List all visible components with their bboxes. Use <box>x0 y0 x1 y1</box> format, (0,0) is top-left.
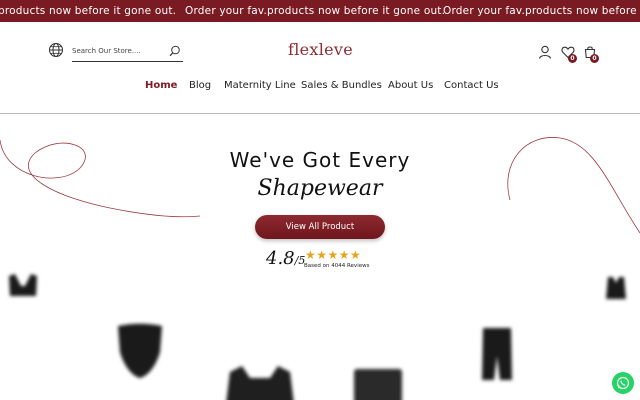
nav-about-us[interactable]: About Us <box>388 80 433 91</box>
nav-blog[interactable]: Blog <box>189 80 211 91</box>
whatsapp-chat-button[interactable] <box>612 372 634 394</box>
product-image-shorts[interactable] <box>478 326 516 384</box>
rating-stars: ★★★★★ <box>305 248 362 262</box>
site-header: flexleve 0 0 Home Blog Maternity Line Sa… <box>0 22 640 114</box>
reviews-count: Based on 4044 Reviews <box>304 263 370 269</box>
nav-home[interactable]: Home <box>145 80 177 91</box>
nav-sales-bundles[interactable]: Sales & Bundles <box>301 80 382 91</box>
main-navigation: Home Blog Maternity Line Sales & Bundles… <box>0 80 640 96</box>
view-all-product-button[interactable]: View All Product <box>255 215 385 239</box>
product-image-bra[interactable] <box>6 272 40 302</box>
site-logo[interactable]: flexleve <box>288 40 353 59</box>
product-image-vest[interactable] <box>222 364 298 400</box>
nav-maternity-line[interactable]: Maternity Line <box>224 80 296 91</box>
user-icon[interactable] <box>538 45 552 59</box>
search-bar <box>72 43 183 62</box>
search-input[interactable] <box>72 43 164 59</box>
whatsapp-icon <box>616 376 630 390</box>
wishlist-count-badge: 0 <box>568 54 577 63</box>
globe-icon[interactable] <box>48 42 64 58</box>
announcement-text: Order your fav.products now before it go… <box>443 5 640 17</box>
announcement-text: products now before it gone out. <box>0 5 177 17</box>
product-image-corset[interactable] <box>350 366 406 400</box>
hero-subtitle: Shapewear <box>257 176 383 201</box>
product-image-brief[interactable] <box>110 322 170 380</box>
hero-title: We've Got Every <box>229 148 411 172</box>
rating-score: 4.8/5 <box>266 248 305 269</box>
product-image-top[interactable] <box>603 275 629 303</box>
announcement-bar: products now before it gone out. Order y… <box>0 0 640 22</box>
nav-contact-us[interactable]: Contact Us <box>444 80 499 91</box>
search-icon[interactable] <box>169 45 181 57</box>
cart-count-badge: 0 <box>590 54 599 63</box>
rating-value: 4.8 <box>266 248 295 269</box>
announcement-text: Order your fav.products now before it go… <box>185 5 446 17</box>
